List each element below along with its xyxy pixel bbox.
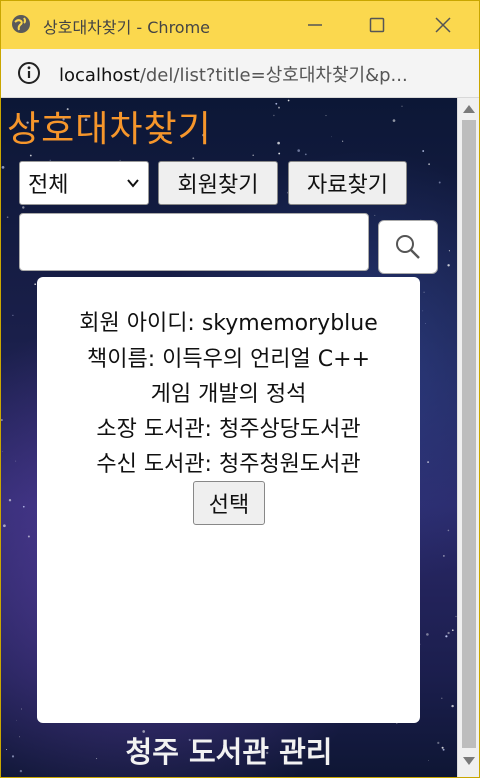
- star-dot: [374, 214, 376, 216]
- star-dot: [21, 708, 22, 710]
- star-dot: [451, 704, 454, 708]
- star-dot: [451, 629, 454, 632]
- book-name-text: 책이름: 이득우의 언리얼 C++: [86, 347, 371, 372]
- holding-library-text: 소장 도서관: 청주상당도서관: [96, 417, 361, 442]
- window-title: 상호대차찾기 - Chrome: [43, 18, 211, 37]
- star-dot: [342, 140, 344, 142]
- title-bar: 상호대차찾기 - Chrome: [1, 1, 479, 49]
- filter-select[interactable]: 전체: [19, 161, 149, 205]
- search-input[interactable]: [19, 213, 369, 271]
- star-dot: [22, 505, 25, 508]
- page-title: 상호대차찾기: [7, 109, 212, 150]
- star-dot: [441, 697, 443, 700]
- scroll-up-arrow-icon[interactable]: [462, 104, 476, 114]
- star-dot: [447, 631, 450, 635]
- star-dot: [331, 136, 332, 138]
- star-dot: [423, 291, 425, 293]
- star-dot: [27, 535, 30, 538]
- star-dot: [287, 99, 290, 102]
- star-dot: [422, 310, 424, 312]
- star-dot: [428, 163, 430, 166]
- scroll-down-arrow-icon[interactable]: [462, 756, 476, 766]
- star-dot: [448, 250, 450, 252]
- star-dot: [8, 499, 12, 502]
- scrollbar-thumb[interactable]: [462, 120, 476, 748]
- star-dot: [1, 451, 3, 452]
- globe-icon: [12, 15, 30, 33]
- star-dot: [29, 154, 32, 157]
- page-viewport: 상호대차찾기 전체 회원찾기 자료찾기 회원 아이디: skymemoryblu…: [1, 98, 457, 777]
- star-dot: [3, 524, 6, 528]
- vertical-scrollbar[interactable]: [457, 98, 479, 777]
- star-dot: [278, 152, 281, 155]
- star-dot: [445, 635, 448, 638]
- star-dot: [277, 141, 280, 145]
- minimize-button[interactable]: [293, 9, 337, 41]
- search-icon: [396, 235, 420, 259]
- filter-select-value: 전체: [28, 173, 69, 198]
- star-dot: [427, 461, 430, 464]
- star-dot: [12, 314, 14, 317]
- star-dot: [304, 153, 307, 156]
- star-dot: [325, 115, 327, 117]
- browser-window: 상호대차찾기 - Chrome localhost/del/list?title…: [0, 0, 480, 778]
- member-search-button[interactable]: 회원찾기: [158, 161, 278, 205]
- star-dot: [438, 181, 441, 184]
- star-dot: [447, 529, 450, 532]
- url-host: localhost: [59, 65, 140, 86]
- star-dot: [443, 555, 445, 557]
- star-dot: [15, 460, 17, 462]
- star-dot: [22, 206, 25, 209]
- star-dot: [422, 150, 425, 152]
- maximize-button[interactable]: [355, 9, 399, 41]
- star-dot: [425, 323, 427, 324]
- url-text[interactable]: localhost/del/list?title=상호대차찾기&p...: [59, 61, 469, 87]
- minimize-icon: [308, 24, 322, 26]
- star-dot: [392, 119, 396, 122]
- select-button[interactable]: 선택: [193, 481, 265, 525]
- url-path: /del/list?title=상호대차찾기&p...: [139, 65, 408, 86]
- star-dot: [278, 106, 280, 109]
- search-button[interactable]: [378, 220, 438, 274]
- data-search-button[interactable]: 자료찾기: [288, 161, 407, 205]
- close-icon: [435, 17, 451, 33]
- chevron-down-icon: [127, 179, 139, 188]
- star-dot: [426, 633, 429, 636]
- star-dot: [252, 154, 254, 157]
- book-name-text-continued: 게임 개발의 정석: [150, 382, 307, 407]
- close-button[interactable]: [421, 9, 465, 41]
- star-dot: [401, 105, 403, 107]
- star-dot: [16, 719, 17, 721]
- receiving-library-text: 수신 도서관: 청주청원도서관: [96, 452, 361, 477]
- member-id-text: 회원 아이디: skymemoryblue: [79, 311, 378, 336]
- info-icon[interactable]: [17, 61, 41, 85]
- star-dot: [273, 114, 275, 117]
- star-dot: [275, 102, 278, 105]
- star-dot: [1, 419, 3, 421]
- result-card: 회원 아이디: skymemoryblue 책이름: 이득우의 언리얼 C++ …: [37, 277, 420, 723]
- star-dot: [34, 283, 37, 286]
- star-dot: [6, 216, 9, 219]
- footer-title: 청주 도서관 관리: [125, 735, 333, 769]
- star-dot: [447, 264, 450, 267]
- maximize-icon: [369, 17, 385, 33]
- star-dot: [297, 149, 301, 152]
- star-dot: [192, 157, 195, 160]
- star-dot: [1, 166, 5, 169]
- address-bar[interactable]: localhost/del/list?title=상호대차찾기&p...: [1, 49, 479, 98]
